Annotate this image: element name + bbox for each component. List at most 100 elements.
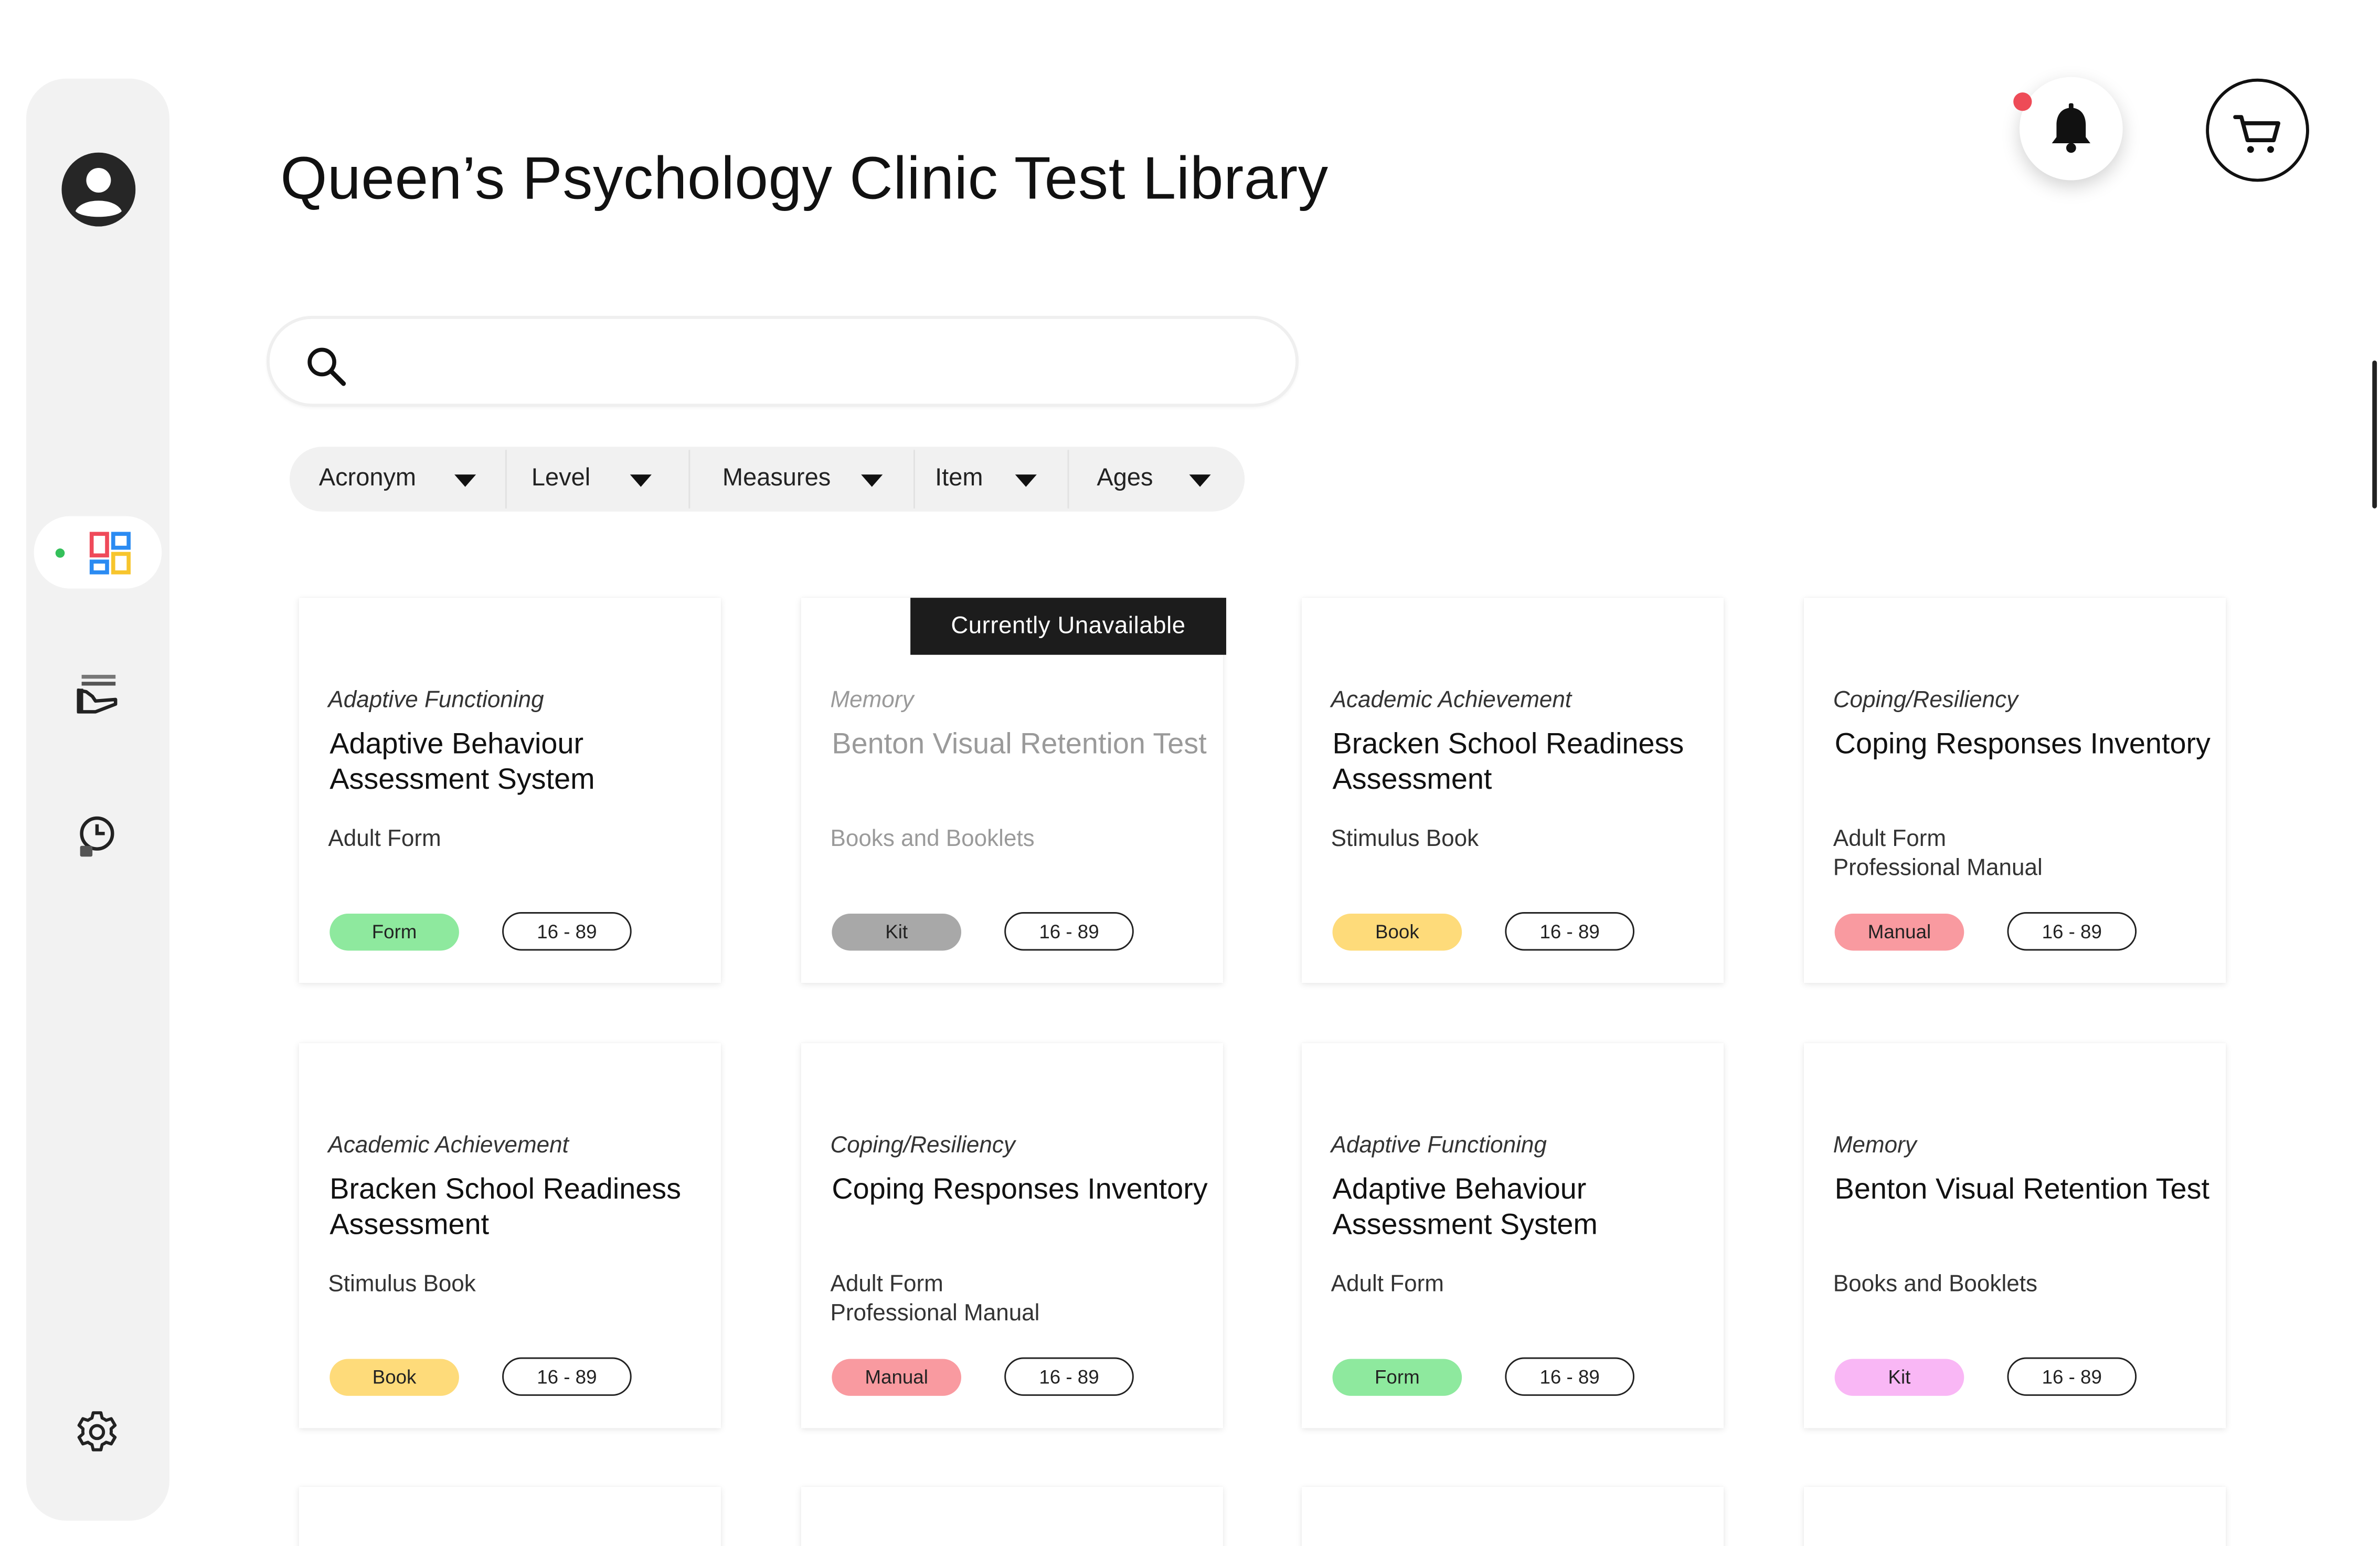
age-range-badge: 16 - 89 — [2007, 912, 2137, 951]
app-window: Queen’s Psychology Clinic Test Library A… — [0, 0, 2380, 1546]
card-contents: Adult Form — [1331, 1269, 1444, 1299]
card-title[interactable]: Coping Responses Inventory — [1835, 727, 2220, 763]
chevron-down-icon — [1015, 474, 1037, 487]
age-range-badge: 16 - 89 — [2007, 1357, 2137, 1396]
notification-dot — [2013, 92, 2032, 111]
type-badge: Form — [1332, 1359, 1462, 1396]
test-card[interactable]: Academic Achievement Bracken School Readi… — [1301, 598, 1724, 983]
card-title[interactable]: Coping Responses Inventory — [832, 1172, 1217, 1208]
card-contents: Books and Booklets — [1833, 1269, 2037, 1299]
card-category: Memory — [1833, 1132, 1917, 1159]
scrollbar-track[interactable] — [2371, 0, 2380, 1545]
clock-history-icon[interactable] — [74, 813, 120, 860]
test-card-placeholder[interactable] — [299, 1487, 721, 1546]
filter-item[interactable]: Item — [915, 447, 1068, 511]
test-card-placeholder[interactable] — [1803, 1487, 2226, 1546]
card-category: Memory — [830, 687, 914, 714]
age-range-badge: 16 - 89 — [502, 1357, 632, 1396]
card-content-item: Professional Manual — [830, 1300, 1040, 1327]
card-category: Academic Achievement — [1331, 687, 1572, 714]
test-card[interactable]: Adaptive Functioning Adaptive Behaviour A… — [299, 598, 721, 983]
dashboard-icon — [89, 532, 132, 575]
card-content-item: Adult Form — [1833, 825, 1947, 852]
test-card[interactable]: Memory Benton Visual Retention Test Books … — [1803, 1043, 2226, 1428]
type-badge: Kit — [1834, 1359, 1964, 1396]
filter-measures[interactable]: Measures — [690, 447, 913, 511]
card-category: Coping/Resiliency — [1833, 687, 2018, 714]
gear-icon[interactable] — [74, 1410, 120, 1456]
filter-level[interactable]: Level — [507, 447, 688, 511]
card-content-item: Adult Form — [1331, 1271, 1444, 1298]
card-category: Coping/Resiliency — [830, 1132, 1015, 1159]
card-title[interactable]: Bracken School Readiness Assessment — [1333, 727, 1718, 798]
card-content-item: Stimulus Book — [1331, 825, 1479, 852]
card-content-item: Books and Booklets — [1833, 1271, 2038, 1298]
filter-label: Measures — [722, 465, 831, 492]
card-category: Adaptive Functioning — [328, 687, 544, 714]
test-card[interactable]: Academic Achievement Bracken School Readi… — [299, 1043, 721, 1428]
type-badge: Manual — [1834, 913, 1964, 951]
chevron-down-icon — [1189, 474, 1211, 487]
bell-icon — [2052, 103, 2091, 153]
age-range-badge: 16 - 89 — [1505, 912, 1634, 951]
card-contents: Adult Form — [328, 824, 441, 854]
card-contents: Adult Form Professional Manual — [1833, 824, 2043, 883]
card-content-item: Stimulus Book — [328, 1271, 476, 1298]
age-range-badge: 16 - 89 — [1004, 1357, 1134, 1396]
test-card[interactable]: Currently Unavailable Memory Benton Visual… — [801, 598, 1226, 983]
card-content-item: Adult Form — [328, 825, 441, 852]
filter-ages[interactable]: Ages — [1069, 447, 1245, 511]
unavailable-banner: Currently Unavailable — [910, 598, 1226, 655]
filter-bar: Acronym Level Measures Item Ages — [289, 447, 1245, 512]
card-content-item: Professional Manual — [1833, 855, 2043, 882]
search-input[interactable] — [371, 334, 1265, 390]
chevron-down-icon — [861, 474, 883, 487]
sidebar — [26, 78, 169, 1521]
age-range-badge: 16 - 89 — [502, 912, 632, 951]
active-indicator-dot — [55, 548, 65, 558]
card-contents: Books and Booklets — [830, 824, 1034, 854]
card-content-item: Books and Booklets — [830, 825, 1035, 852]
search-icon[interactable] — [303, 344, 349, 390]
card-title[interactable]: Adaptive Behaviour Assessment System — [330, 727, 715, 798]
type-badge: Manual — [832, 1359, 962, 1396]
test-card[interactable]: Coping/Resiliency Coping Responses Invent… — [801, 1043, 1224, 1428]
test-card-placeholder[interactable] — [801, 1487, 1224, 1546]
search-bar — [266, 315, 1299, 407]
cart-button[interactable] — [2206, 78, 2309, 182]
test-card[interactable]: Coping/Resiliency Coping Responses Invent… — [1803, 598, 2226, 983]
age-range-badge: 16 - 89 — [1004, 912, 1134, 951]
scrollbar-thumb[interactable] — [2372, 361, 2377, 509]
card-category: Academic Achievement — [328, 1132, 569, 1159]
notifications-button[interactable] — [2013, 77, 2123, 181]
cart-icon — [2233, 115, 2281, 153]
type-badge: Form — [330, 913, 459, 951]
chevron-down-icon — [630, 474, 652, 487]
card-title[interactable]: Adaptive Behaviour Assessment System — [1333, 1172, 1718, 1243]
chevron-down-icon — [454, 474, 476, 487]
card-content-item: Adult Form — [830, 1271, 943, 1298]
card-category: Adaptive Functioning — [1331, 1132, 1547, 1159]
sidebar-item-dashboard[interactable] — [34, 516, 162, 589]
card-title[interactable]: Benton Visual Retention Test — [832, 727, 1217, 763]
filter-label: Acronym — [318, 465, 417, 492]
filter-label: Ages — [1097, 465, 1153, 492]
card-title[interactable]: Benton Visual Retention Test — [1835, 1172, 2220, 1208]
filter-acronym[interactable]: Acronym — [290, 447, 505, 511]
test-card[interactable]: Adaptive Functioning Adaptive Behaviour A… — [1301, 1043, 1724, 1428]
hand-stack-icon[interactable] — [74, 672, 120, 718]
age-range-badge: 16 - 89 — [1505, 1357, 1634, 1396]
card-contents: Stimulus Book — [1331, 824, 1479, 854]
type-badge: Kit — [832, 913, 962, 951]
stage: Queen’s Psychology Clinic Test Library A… — [0, 0, 2380, 1546]
filter-label: Item — [935, 465, 983, 492]
card-title[interactable]: Bracken School Readiness Assessment — [330, 1172, 715, 1243]
user-avatar-icon[interactable] — [61, 152, 136, 227]
card-contents: Adult Form Professional Manual — [830, 1269, 1039, 1328]
page-title: Queen’s Psychology Clinic Test Library — [280, 146, 1329, 213]
type-badge: Book — [330, 1359, 459, 1396]
test-card-placeholder[interactable] — [1301, 1487, 1724, 1546]
type-badge: Book — [1332, 913, 1462, 951]
card-contents: Stimulus Book — [328, 1269, 475, 1299]
filter-label: Level — [531, 465, 591, 492]
